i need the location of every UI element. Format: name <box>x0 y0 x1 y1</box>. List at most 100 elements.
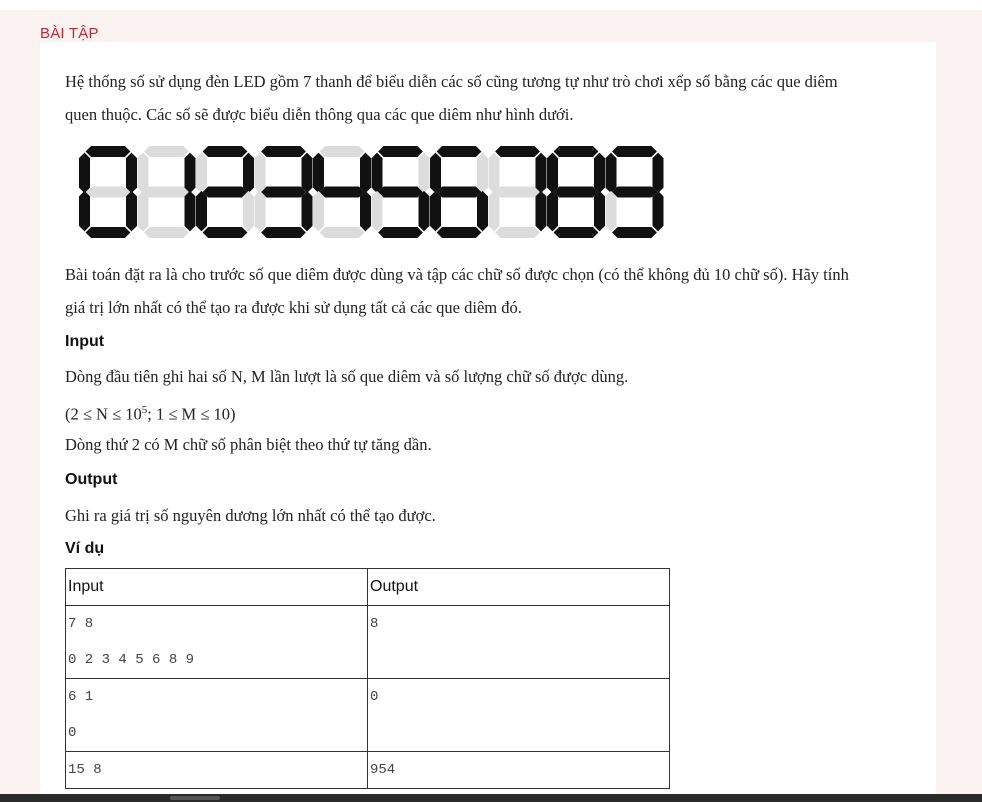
segment-b <box>243 152 254 194</box>
segment-b <box>126 152 137 194</box>
segment-b <box>652 152 664 194</box>
segment-f <box>79 152 90 194</box>
segment-f <box>196 152 207 194</box>
digit-0 <box>79 146 137 238</box>
segment-a <box>144 146 189 157</box>
cell-output: 954 <box>367 751 670 789</box>
segment-d <box>85 227 131 238</box>
segment-e <box>196 190 207 232</box>
segment-g <box>378 186 423 198</box>
segment-e <box>254 190 266 232</box>
segment-b <box>418 152 430 194</box>
segment-c <box>301 190 313 232</box>
segment-a <box>378 146 423 157</box>
input-heading: Input <box>65 333 105 350</box>
digit-3 <box>254 146 313 238</box>
segment-f <box>488 152 500 194</box>
segment-d <box>202 227 248 238</box>
digit-5 <box>371 146 430 238</box>
segment-c <box>360 190 371 232</box>
segment-a <box>436 146 482 157</box>
seven-segment-digits <box>77 144 667 245</box>
constraint-pre: (2 ≤ N ≤ 10 <box>65 404 142 424</box>
task-line-2: giá trị lớn nhất có thể tạo ra được khi … <box>65 298 522 317</box>
segment-b <box>360 152 371 194</box>
segment-e <box>488 190 500 232</box>
segment-b <box>477 152 488 194</box>
top-bar <box>0 0 982 10</box>
cell-line: 0 <box>68 725 77 741</box>
segment-e <box>371 190 383 232</box>
segment-g <box>144 186 189 198</box>
segment-g <box>319 186 365 198</box>
taskbar-item <box>170 796 220 800</box>
segment-d <box>436 227 482 238</box>
task-line-1: Bài toán đặt ra là cho trước số que diêm… <box>65 265 849 284</box>
segment-b <box>535 152 547 194</box>
segment-g <box>202 186 248 198</box>
segment-g <box>261 186 306 198</box>
input-line-2: Dòng thứ 2 có M chữ số phân biệt theo th… <box>65 435 432 454</box>
table-row: 6 1 0 0 <box>65 678 670 752</box>
segment-e <box>547 190 558 232</box>
segment-g <box>436 186 482 198</box>
segment-e <box>79 190 90 232</box>
segment-g <box>495 186 540 198</box>
digit-7 <box>488 146 547 238</box>
section-title: BÀI TẬP <box>40 25 99 42</box>
cell-input: 7 8 0 2 3 4 5 6 8 9 <box>65 605 368 679</box>
segment-b <box>301 152 313 194</box>
segment-g <box>85 186 131 198</box>
segment-a <box>85 146 131 157</box>
segment-a <box>261 146 306 157</box>
col-input-header: Input <box>65 568 368 606</box>
cell-input: 6 1 0 <box>65 678 368 752</box>
segment-d <box>319 227 365 238</box>
segment-a <box>495 146 540 157</box>
digit-4 <box>313 146 371 238</box>
table-row: 7 8 0 2 3 4 5 6 8 9 8 <box>65 605 670 679</box>
segment-c <box>535 190 547 232</box>
cell-line: 6 1 <box>68 689 94 705</box>
input-constraint: (2 ≤ N ≤ 105; 1 ≤ M ≤ 10) <box>65 394 915 431</box>
cell-line: 0 <box>370 689 379 705</box>
intro-line-2: quen thuộc. Các số sẽ được biểu diễn thô… <box>65 105 574 124</box>
segment-d <box>261 227 306 238</box>
input-line-1: Dòng đầu tiên ghi hai số N, M lần lượt l… <box>65 367 629 386</box>
output-heading: Output <box>65 471 118 488</box>
digit-2 <box>196 146 254 238</box>
segment-a <box>202 146 248 157</box>
example-table: Input Output 7 8 0 2 3 4 5 6 8 9 8 6 1 0… <box>65 568 670 789</box>
segment-a <box>319 146 365 157</box>
segment-f <box>371 152 383 194</box>
segment-f <box>547 152 558 194</box>
cell-input: 15 8 <box>65 751 368 789</box>
digit-1 <box>137 146 196 238</box>
segment-e <box>137 190 149 232</box>
segment-f <box>605 152 617 194</box>
table-header-row: Input Output <box>65 568 670 606</box>
cell-line: 0 2 3 4 5 6 8 9 <box>68 652 195 668</box>
segment-c <box>126 190 137 232</box>
constraint-post: ; 1 ≤ M ≤ 10) <box>147 404 236 424</box>
content-card: Hệ thống số sử dụng đèn LED gồm 7 thanh … <box>40 42 936 794</box>
segment-c <box>418 190 430 232</box>
segment-e <box>313 190 324 232</box>
segment-b <box>594 152 605 194</box>
cell-line: 8 <box>370 616 379 632</box>
segment-b <box>184 152 196 194</box>
cell-line: 15 8 <box>68 762 102 778</box>
segment-f <box>430 152 441 194</box>
col-output-header: Output <box>367 568 670 606</box>
cell-line: 954 <box>370 762 396 778</box>
digit-9 <box>605 146 664 238</box>
segment-c <box>652 190 664 232</box>
table-row: 15 8 954 <box>65 751 670 789</box>
cell-output: 0 <box>367 678 670 752</box>
segment-a <box>553 146 599 157</box>
segment-e <box>430 190 441 232</box>
intro-line-1: Hệ thống số sử dụng đèn LED gồm 7 thanh … <box>65 72 838 91</box>
bottom-taskbar <box>0 794 982 802</box>
segment-d <box>495 227 540 238</box>
segment-g <box>553 186 599 198</box>
